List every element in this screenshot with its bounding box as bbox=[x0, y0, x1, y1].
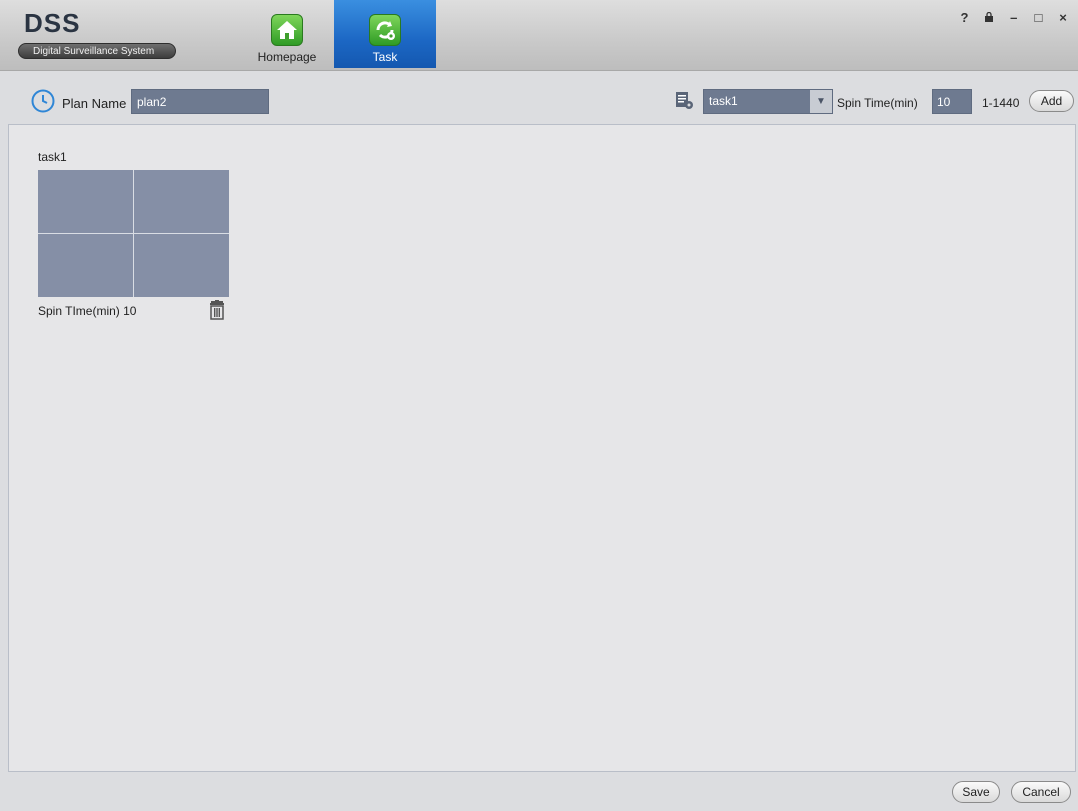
home-icon bbox=[271, 14, 303, 46]
grid-cell bbox=[134, 170, 229, 233]
tab-task-label: Task bbox=[372, 50, 398, 64]
trash-icon[interactable] bbox=[208, 300, 226, 323]
close-icon[interactable]: × bbox=[1054, 10, 1072, 25]
app-subtitle: Digital Surveillance System bbox=[18, 43, 176, 59]
task-card-title: task1 bbox=[38, 150, 67, 164]
help-icon[interactable]: ? bbox=[956, 10, 974, 25]
task-gear-icon bbox=[369, 14, 401, 46]
grid-cell bbox=[38, 234, 133, 297]
task-select-value: task1 bbox=[709, 94, 738, 108]
window-controls: ? – □ × bbox=[953, 10, 1073, 25]
app-logo: DSS bbox=[24, 8, 81, 38]
plan-name-label: Plan Name bbox=[62, 96, 127, 111]
cancel-button[interactable]: Cancel bbox=[1011, 781, 1071, 803]
clock-icon bbox=[30, 88, 56, 117]
spin-time-input[interactable] bbox=[932, 89, 972, 114]
task-grid-preview[interactable] bbox=[38, 170, 229, 297]
tab-homepage[interactable]: Homepage bbox=[236, 0, 338, 68]
grid-cell bbox=[38, 170, 133, 233]
maximize-icon[interactable]: □ bbox=[1029, 10, 1047, 25]
lock-icon[interactable] bbox=[980, 10, 998, 25]
task-card-spin-time: Spin TIme(min) 10 bbox=[38, 304, 137, 318]
dropdown-arrow-icon[interactable]: ▼ bbox=[810, 90, 832, 113]
grid-cell bbox=[134, 234, 229, 297]
save-button[interactable]: Save bbox=[952, 781, 1000, 803]
plan-name-input[interactable] bbox=[131, 89, 269, 114]
tab-task[interactable]: Task bbox=[334, 0, 436, 68]
spin-range-label: 1-1440 bbox=[982, 96, 1020, 110]
spin-time-label: Spin Time(min) bbox=[837, 96, 918, 110]
add-button[interactable]: Add bbox=[1029, 90, 1074, 112]
minimize-icon[interactable]: – bbox=[1005, 10, 1023, 25]
title-bar: DSS Digital Surveillance System Homepage… bbox=[0, 0, 1078, 71]
task-select[interactable]: task1 ▼ bbox=[703, 89, 833, 114]
task-list-icon bbox=[674, 90, 694, 113]
tab-homepage-label: Homepage bbox=[257, 50, 317, 64]
